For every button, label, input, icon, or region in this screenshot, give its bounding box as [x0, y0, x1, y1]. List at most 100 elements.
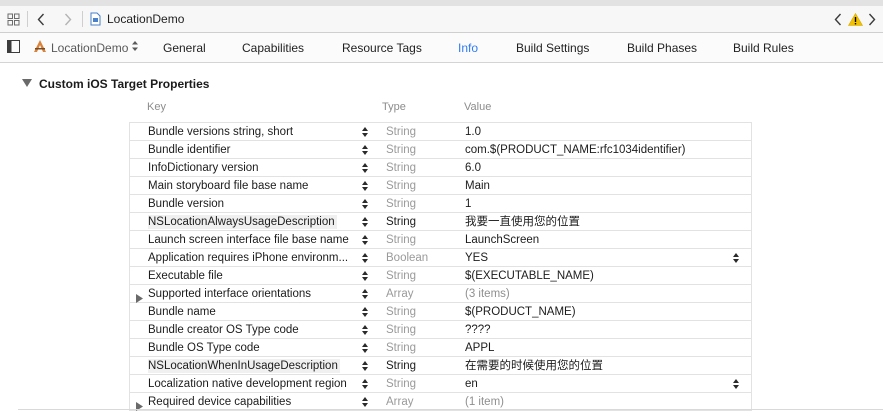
property-type[interactable]: String — [386, 269, 416, 283]
property-key[interactable]: Bundle versions string, short — [148, 125, 360, 139]
property-row[interactable]: NSLocationAlwaysUsageDescription String … — [130, 213, 751, 231]
key-stepper-icon[interactable] — [361, 376, 369, 392]
property-type[interactable]: String — [386, 305, 416, 319]
grid-icon[interactable] — [4, 6, 22, 32]
property-type[interactable]: String — [386, 377, 416, 391]
disclosure-triangle-icon[interactable] — [22, 75, 32, 93]
property-value[interactable]: (3 items) — [465, 287, 510, 301]
sidebar-toggle-icon[interactable] — [7, 40, 20, 58]
column-header-type[interactable]: Type — [382, 100, 406, 114]
property-value[interactable]: (1 item) — [465, 395, 504, 409]
section-header[interactable]: Custom iOS Target Properties — [22, 75, 209, 93]
chevron-left-icon[interactable] — [34, 6, 48, 32]
tab-info[interactable]: Info — [458, 41, 478, 55]
value-stepper-icon[interactable] — [732, 376, 740, 392]
property-row[interactable]: Bundle OS Type code String APPL — [130, 339, 751, 357]
value-stepper-icon[interactable] — [732, 250, 740, 266]
key-stepper-icon[interactable] — [361, 178, 369, 194]
property-row[interactable]: Supported interface orientations Array (… — [130, 285, 751, 303]
tab-build-phases[interactable]: Build Phases — [627, 41, 697, 55]
tab-build-rules[interactable]: Build Rules — [733, 41, 794, 55]
property-type[interactable]: String — [386, 125, 416, 139]
property-key[interactable]: Required device capabilities — [148, 395, 360, 409]
disclosure-triangle-icon[interactable] — [136, 398, 143, 416]
property-key[interactable]: Application requires iPhone environm... — [148, 251, 360, 265]
property-row[interactable]: Bundle name String $(PRODUCT_NAME) — [130, 303, 751, 321]
property-row[interactable]: Application requires iPhone environm... … — [130, 249, 751, 267]
property-type[interactable]: String — [386, 341, 416, 355]
tab-capabilities[interactable]: Capabilities — [242, 41, 304, 55]
key-stepper-icon[interactable] — [361, 214, 369, 230]
key-stepper-icon[interactable] — [361, 322, 369, 338]
property-key[interactable]: Bundle version — [148, 197, 360, 211]
property-key[interactable]: Bundle OS Type code — [148, 341, 360, 355]
key-stepper-icon[interactable] — [361, 286, 369, 302]
property-key[interactable]: Main storyboard file base name — [148, 179, 360, 193]
property-row[interactable]: Executable file String $(EXECUTABLE_NAME… — [130, 267, 751, 285]
property-value[interactable]: $(PRODUCT_NAME) — [465, 305, 576, 319]
key-stepper-icon[interactable] — [361, 394, 369, 410]
property-row[interactable]: Bundle identifier String com.$(PRODUCT_N… — [130, 141, 751, 159]
property-key[interactable]: InfoDictionary version — [148, 161, 360, 175]
key-stepper-icon[interactable] — [361, 142, 369, 158]
key-stepper-icon[interactable] — [361, 250, 369, 266]
property-type[interactable]: String — [386, 233, 416, 247]
property-value[interactable]: 在需要的时候使用您的位置 — [465, 359, 603, 373]
tab-resource-tags[interactable]: Resource Tags — [342, 41, 422, 55]
property-key[interactable]: Launch screen interface file base name — [148, 233, 360, 247]
property-value[interactable]: 我要一直使用您的位置 — [465, 215, 580, 229]
column-header-key[interactable]: Key — [147, 100, 166, 114]
property-value[interactable]: LaunchScreen — [465, 233, 539, 247]
property-type[interactable]: String — [386, 323, 416, 337]
key-stepper-icon[interactable] — [361, 196, 369, 212]
property-row[interactable]: InfoDictionary version String 6.0 — [130, 159, 751, 177]
property-type[interactable]: String — [386, 179, 416, 193]
property-value[interactable]: 1.0 — [465, 125, 481, 139]
property-type[interactable]: Array — [386, 395, 413, 409]
tab-build-settings[interactable]: Build Settings — [516, 41, 589, 55]
property-row[interactable]: Launch screen interface file base name S… — [130, 231, 751, 249]
property-type[interactable]: Boolean — [386, 251, 428, 265]
property-value[interactable]: APPL — [465, 341, 494, 355]
tab-general[interactable]: General — [163, 41, 206, 55]
key-stepper-icon[interactable] — [361, 340, 369, 356]
key-stepper-icon[interactable] — [361, 160, 369, 176]
property-key[interactable]: Bundle identifier — [148, 143, 360, 157]
chevron-right-icon[interactable] — [61, 6, 75, 32]
target-selector[interactable]: LocationDemo — [33, 39, 139, 56]
key-stepper-icon[interactable] — [361, 268, 369, 284]
property-key[interactable]: NSLocationWhenInUsageDescription — [148, 359, 340, 373]
key-stepper-icon[interactable] — [361, 124, 369, 140]
property-value[interactable]: 1 — [465, 197, 471, 211]
property-row[interactable]: Bundle version String 1 — [130, 195, 751, 213]
column-header-value[interactable]: Value — [464, 100, 491, 114]
property-key[interactable]: Supported interface orientations — [148, 287, 360, 301]
key-stepper-icon[interactable] — [361, 358, 369, 374]
property-value[interactable]: 6.0 — [465, 161, 481, 175]
property-row[interactable]: Bundle creator OS Type code String ???? — [130, 321, 751, 339]
property-value[interactable]: en — [465, 377, 478, 391]
property-key[interactable]: Bundle name — [148, 305, 360, 319]
issue-prev-icon[interactable] — [832, 6, 844, 32]
property-type[interactable]: String — [386, 143, 416, 157]
property-value[interactable]: $(EXECUTABLE_NAME) — [465, 269, 594, 283]
breadcrumb[interactable]: LocationDemo — [107, 12, 184, 26]
property-key[interactable]: Executable file — [148, 269, 360, 283]
warning-icon[interactable] — [847, 6, 863, 32]
property-key[interactable]: Localization native development region — [148, 377, 360, 391]
property-type[interactable]: Array — [386, 287, 413, 301]
property-value[interactable]: YES — [465, 251, 488, 265]
key-stepper-icon[interactable] — [361, 304, 369, 320]
property-row[interactable]: Main storyboard file base name String Ma… — [130, 177, 751, 195]
property-value[interactable]: Main — [465, 179, 490, 193]
property-type[interactable]: String — [386, 161, 416, 175]
issue-next-icon[interactable] — [866, 6, 878, 32]
property-type[interactable]: String — [386, 197, 416, 211]
property-key[interactable]: NSLocationAlwaysUsageDescription — [148, 215, 337, 229]
property-key[interactable]: Bundle creator OS Type code — [148, 323, 360, 337]
property-type[interactable]: String — [386, 359, 416, 373]
property-value[interactable]: ???? — [465, 323, 491, 337]
property-type[interactable]: String — [386, 215, 416, 229]
property-value[interactable]: com.$(PRODUCT_NAME:rfc1034identifier) — [465, 143, 685, 157]
key-stepper-icon[interactable] — [361, 232, 369, 248]
